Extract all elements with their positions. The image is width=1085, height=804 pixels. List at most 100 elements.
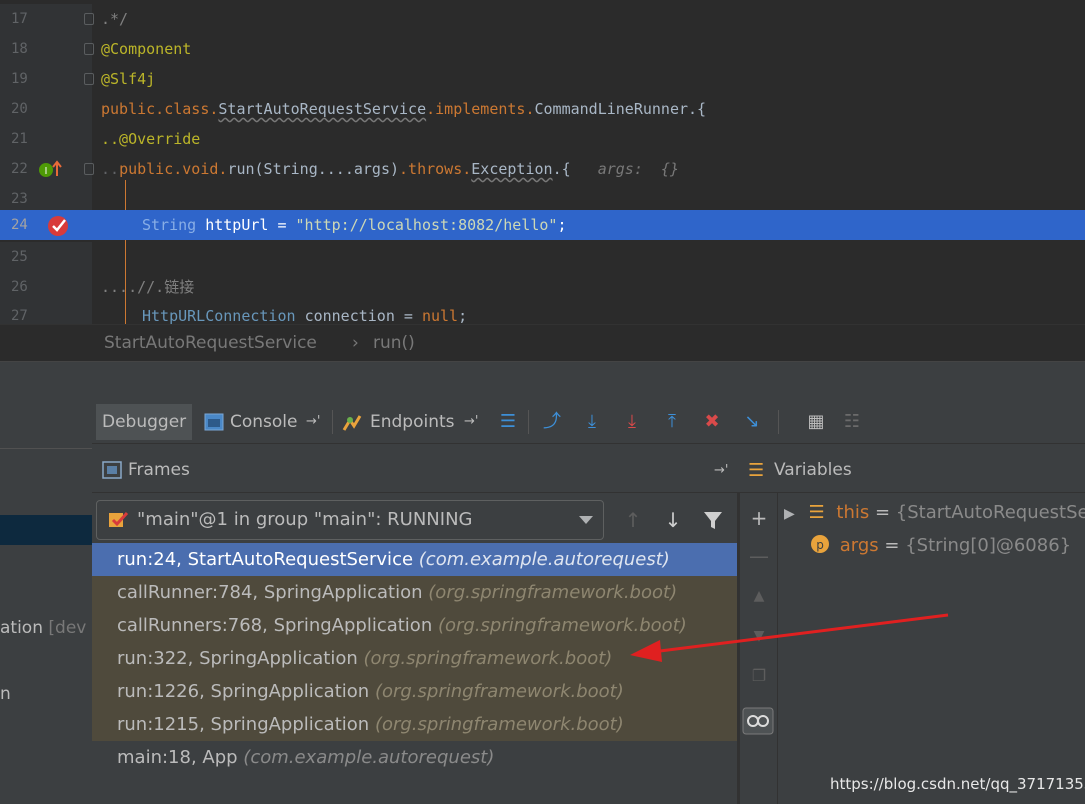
selected-row[interactable] <box>0 515 92 545</box>
trace-icon[interactable]: ☷ <box>842 411 862 433</box>
fold-marker-icon[interactable] <box>84 43 94 55</box>
gutter[interactable]: 17 <box>0 4 94 34</box>
frame-item[interactable]: run:24, StartAutoRequestService (com.exa… <box>92 543 737 576</box>
code-text: String httpUrl = "http://localhost:8082/… <box>142 216 567 234</box>
pin-icon[interactable]: →' <box>464 404 478 440</box>
code-line[interactable]: 21 ..@Override <box>0 124 1085 154</box>
class-name[interactable]: StartAutoRequestService <box>218 100 426 118</box>
evaluate-expression-icon[interactable]: ▦ <box>806 411 826 433</box>
frame-item[interactable]: run:1215, SpringApplication (org.springf… <box>92 708 737 741</box>
line-number: 25 <box>11 249 28 265</box>
divider <box>332 410 333 434</box>
run-to-cursor-icon[interactable]: ↘ <box>742 411 762 433</box>
code-line[interactable]: 20 public.class.StartAutoRequestService.… <box>0 94 1085 124</box>
gutter[interactable]: 18 <box>0 34 94 64</box>
fold-marker-icon[interactable] <box>84 13 94 25</box>
current-execution-line[interactable]: 24 String httpUrl = "http://localhost:80… <box>0 210 1085 240</box>
gutter[interactable]: 22 I <box>0 154 94 184</box>
fold-marker-icon[interactable] <box>84 163 94 175</box>
variables-panel-header: ☰ Variables <box>740 448 1085 493</box>
gutter[interactable]: 25 <box>0 242 92 272</box>
code-text: @Component <box>101 40 192 58</box>
variables-toolbar: + — ▲ ▼ ❐ <box>740 493 778 804</box>
tab-debugger[interactable]: Debugger <box>96 404 193 440</box>
next-frame-icon[interactable]: ↓ <box>661 508 685 532</box>
console-icon <box>204 413 224 431</box>
frame-item[interactable]: main:18, App (com.example.autorequest) <box>92 741 737 774</box>
line-number: 26 <box>11 279 28 295</box>
code-comment: ....//.链接 <box>101 278 195 296</box>
inline-debug-hint: args: {} <box>597 160 679 178</box>
line-number: 19 <box>11 71 28 87</box>
line-number: 27 <box>11 308 28 324</box>
thread-selector[interactable]: "main"@1 in group "main": RUNNING <box>96 500 604 540</box>
variables-icon: ☰ <box>748 460 765 481</box>
copy-icon[interactable]: ❐ <box>748 665 770 687</box>
pin-icon[interactable]: →' <box>714 448 728 493</box>
endpoints-icon <box>342 415 362 431</box>
implements-method-icon[interactable]: I <box>38 160 62 178</box>
gutter[interactable]: 27 <box>0 301 92 324</box>
variable-row[interactable]: p args = {String[0]@6086} <box>810 530 1071 562</box>
parameter-icon: p <box>811 535 829 553</box>
left-panel-fragment: ation [dev n <box>0 362 92 804</box>
divider <box>778 410 779 434</box>
code-text: ..public.void.run(String....args).throws… <box>101 160 679 178</box>
code-line[interactable]: 19 @Slf4j <box>0 64 1085 94</box>
step-into-icon[interactable]: ⤓ <box>622 411 642 433</box>
chevron-down-icon[interactable] <box>579 516 593 524</box>
watches-toggle-icon[interactable] <box>742 707 774 735</box>
interface-name[interactable]: CommandLineRunner <box>535 100 689 118</box>
gutter[interactable]: 26 <box>0 272 92 302</box>
run-config-label[interactable]: ation [dev <box>0 618 86 638</box>
svg-text:I: I <box>45 166 48 177</box>
remove-watch-icon[interactable]: — <box>748 545 770 567</box>
code-line[interactable]: 18 @Component <box>0 34 1085 64</box>
tab-endpoints[interactable]: Endpoints <box>370 404 455 440</box>
tab-console[interactable]: Console <box>230 404 298 440</box>
code-text: public.class.StartAutoRequestService.imp… <box>101 100 707 118</box>
breadcrumb-class[interactable]: StartAutoRequestService <box>104 325 317 362</box>
fold-marker-icon[interactable] <box>84 73 94 85</box>
expand-arrow-icon[interactable]: ▶ <box>784 506 795 522</box>
code-line[interactable]: 17 .*/ <box>0 4 1085 34</box>
pin-icon[interactable]: →' <box>306 404 320 440</box>
run-config-label[interactable]: n <box>0 684 11 704</box>
add-watch-icon[interactable]: + <box>748 507 770 529</box>
step-over-icon[interactable]: ⤓ <box>582 411 602 433</box>
step-out-icon[interactable]: ⤒ <box>662 411 682 433</box>
filter-icon[interactable] <box>702 509 724 531</box>
gutter[interactable]: 19 <box>0 64 94 94</box>
breadcrumb-separator: › <box>352 333 359 353</box>
frame-item[interactable]: callRunners:768, SpringApplication (org.… <box>92 609 737 642</box>
frame-item[interactable]: callRunner:784, SpringApplication (org.s… <box>92 576 737 609</box>
watermark: https://blog.csdn.net/qq_37171353 <box>830 775 1085 793</box>
menu-icon[interactable]: ☰ <box>498 411 518 433</box>
debug-toolbar: Debugger Console →' Endpoints →' ☰ ⤴ ⤓ ⤓… <box>92 400 1085 444</box>
code-line[interactable]: 26 ....//.链接 <box>0 272 1085 302</box>
variables-list: ▶ ☰ this = {StartAutoRequestSe p args = … <box>778 493 1085 804</box>
frames-panel-header: Frames →' <box>92 448 740 493</box>
frames-list: run:24, StartAutoRequestService (com.exa… <box>92 543 737 804</box>
code-editor[interactable]: 17 .*/ 18 @Component 19 @Slf4j 20 public… <box>0 0 1085 325</box>
frame-item[interactable]: run:1226, SpringApplication (org.springf… <box>92 675 737 708</box>
code-line[interactable]: 25 <box>0 242 1085 272</box>
move-down-icon[interactable]: ▼ <box>748 625 770 647</box>
gutter[interactable]: 24 <box>0 210 92 240</box>
gutter[interactable]: 21 <box>0 124 92 154</box>
code-text: .*/ <box>101 10 129 28</box>
variable-row[interactable]: ▶ ☰ this = {StartAutoRequestSe <box>784 497 1085 529</box>
frame-item[interactable]: run:322, SpringApplication (org.springfr… <box>92 642 737 675</box>
breadcrumb-method[interactable]: run() <box>373 325 415 362</box>
code-line[interactable]: 22 I ..public.void.run(String....args).t… <box>0 154 1085 184</box>
field-icon: ☰ <box>808 502 825 523</box>
drop-frame-icon[interactable]: ✖ <box>702 411 722 433</box>
frames-title: Frames <box>128 460 190 480</box>
gutter[interactable]: 20 <box>0 94 92 124</box>
breakpoint-icon[interactable] <box>46 213 70 237</box>
previous-frame-icon[interactable]: ↑ <box>621 508 645 532</box>
code-line[interactable]: 27 HttpURLConnection connection = null; <box>0 301 1085 324</box>
show-execution-point-icon[interactable]: ⤴ <box>542 411 562 433</box>
line-number: 24 <box>11 217 28 233</box>
move-up-icon[interactable]: ▲ <box>748 585 770 607</box>
